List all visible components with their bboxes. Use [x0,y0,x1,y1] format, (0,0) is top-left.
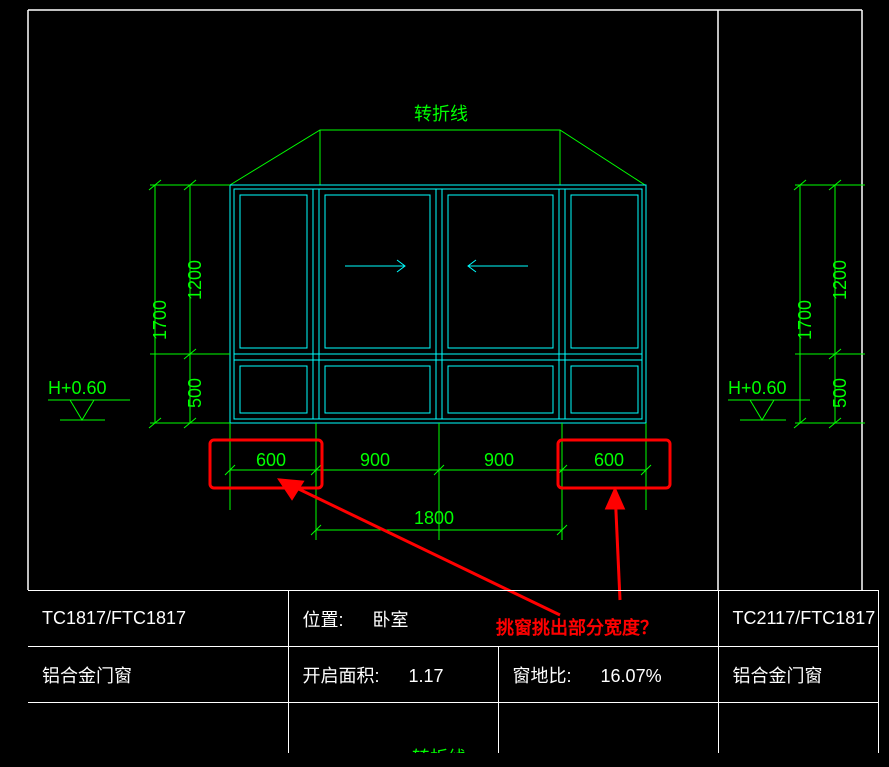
viewport-edge [0,753,889,767]
fold-line [230,130,645,185]
level-mark-right [728,400,810,420]
level-left: H+0.60 [48,378,107,399]
window-sashes [234,189,642,419]
material: 铝合金门窗 [42,666,132,686]
dim-wcenter: 1800 [414,508,454,529]
window-code: TC1817/FTC1817 [42,608,186,628]
material-cell: 铝合金门窗 [28,647,288,703]
area-label: 开启面积: [303,662,380,688]
table-row: 铝合金门窗 开启面积: 1.17 窗地比: 16.07% 铝合金门窗 [28,647,878,703]
cad-viewport[interactable]: 转折线 1700 1200 500 1700 1200 500 H+0.60 H… [0,0,889,767]
level-mark-left [48,400,130,420]
material-cell-r: 铝合金门窗 [718,647,878,703]
table-row [28,703,878,759]
dim-500: 500 [185,378,206,408]
dim-1700-r: 1700 [795,300,816,340]
dim-500-r: 500 [830,378,851,408]
dim-w1: 600 [256,450,286,471]
dim-1700: 1700 [150,300,171,340]
right-code-cell: TC2117/FTC1817 [718,591,878,647]
window-frame [230,185,646,423]
material-r: 铝合金门窗 [733,666,823,686]
table-row: TC1817/FTC1817 位置: 卧室 TC2117/FTC1817 [28,591,878,647]
dim-w4: 600 [594,450,624,471]
annotation-question: 挑窗挑出部分宽度？ [496,614,658,640]
area-value: 1.17 [409,666,444,687]
window-code-r: TC2117/FTC1817 [733,608,876,628]
ratio-cell: 窗地比: 16.07% [498,647,718,703]
area-cell: 开启面积: 1.17 [288,647,498,703]
loc-label: 位置: [303,606,344,632]
level-right: H+0.60 [728,378,787,399]
left-code-cell: TC1817/FTC1817 [28,591,288,647]
dim-1200: 1200 [185,260,206,300]
dim-1200-r: 1200 [830,260,851,300]
dim-w3: 900 [484,450,514,471]
loc-value: 卧室 [373,606,409,632]
info-table: TC1817/FTC1817 位置: 卧室 TC2117/FTC1817 铝合金… [28,590,879,759]
dim-w2: 900 [360,450,390,471]
ratio-label: 窗地比: [513,662,572,688]
fold-line-label: 转折线 [414,100,468,126]
ratio-value: 16.07% [601,666,662,687]
